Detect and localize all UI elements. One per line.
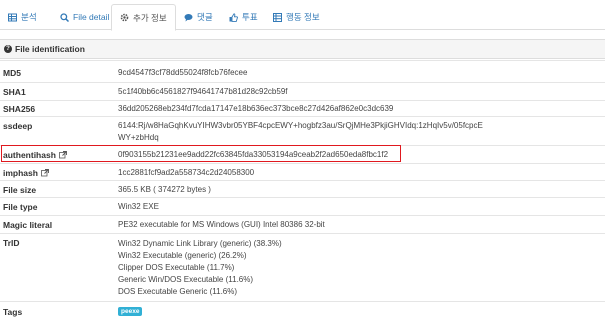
field-label: File size xyxy=(3,185,37,195)
trid-entry: Generic Win/DOS Executable (11.6%) xyxy=(118,275,254,284)
trid-entry: DOS Executable Generic (11.6%) xyxy=(118,287,238,296)
row-magic-literal: Magic literal PE32 executable for MS Win… xyxy=(0,215,605,233)
field-label: TrID xyxy=(3,238,20,248)
comment-icon xyxy=(184,13,193,22)
section-title: File identification xyxy=(15,44,85,54)
field-value: 365.5 KB ( 374272 bytes ) xyxy=(118,185,211,194)
field-value[interactable]: 9cd4547f3cf78dd55024f8fcb76fecee xyxy=(118,67,247,78)
field-label: Tags xyxy=(3,307,23,317)
row-ssdeep: ssdeep 6144:Rj/w8HaGqhKvuYIHW3vbr05YBF4c… xyxy=(0,116,605,145)
field-value[interactable]: 1cc2881fcf9ad2a558734c2d24058300 xyxy=(118,167,254,178)
tag-badge[interactable]: peexe xyxy=(118,307,143,316)
field-value[interactable]: 36dd205268eb234fd7fcda17147e18b636ec373b… xyxy=(118,103,393,114)
tab-comments[interactable]: 댓글 xyxy=(176,4,221,30)
field-value[interactable]: 5c1f40bb6c4561827f94641747b81d28c92cb59f xyxy=(118,86,288,97)
table-icon xyxy=(8,13,17,22)
field-value-continued[interactable]: WY+zbHdq xyxy=(118,132,159,143)
field-label-link[interactable]: imphash xyxy=(3,168,49,178)
tab-label: 투표 xyxy=(242,12,258,22)
tab-label: File detail xyxy=(73,12,110,22)
field-value[interactable]: 6144:Rj/w8HaGqhKvuYIHW3vbr05YBF4cpcEWY+h… xyxy=(118,120,483,131)
row-file-type: File type Win32 EXE xyxy=(0,197,605,215)
field-value: PE32 executable for MS Windows (GUI) Int… xyxy=(118,220,325,229)
field-label: SHA256 xyxy=(3,104,36,114)
tab-bar: 분석 File detail 추가 정보 댓글 투표 행동 정보 xyxy=(0,0,605,31)
field-label: SHA1 xyxy=(3,87,26,97)
highlight-box xyxy=(1,145,401,162)
tab-label: 행동 정보 xyxy=(286,12,320,22)
tab-label: 추가 정보 xyxy=(133,12,167,23)
grid-icon xyxy=(273,12,282,22)
field-label: ssdeep xyxy=(3,121,33,131)
row-sha1: SHA1 5c1f40bb6c4561827f94641747b81d28c92… xyxy=(0,82,605,100)
trid-entry: Clipper DOS Executable (11.7%) xyxy=(118,263,235,272)
row-trid: TrID Win32 Dynamic Link Library (generic… xyxy=(0,233,605,301)
field-label: File type xyxy=(3,202,38,212)
tab-label: 분석 xyxy=(21,12,37,22)
trid-entry: Win32 Dynamic Link Library (generic) (38… xyxy=(118,239,282,248)
section-header: ? File identification xyxy=(0,39,605,59)
row-sha256: SHA256 36dd205268eb234fd7fcda17147e18b63… xyxy=(0,100,605,116)
trid-entry: Win32 Executable (generic) (26.2%) xyxy=(118,251,247,260)
tab-behavior[interactable]: 행동 정보 xyxy=(265,4,328,30)
field-value: Win32 EXE xyxy=(118,202,159,211)
question-icon: ? xyxy=(4,45,12,53)
row-imphash: imphash 1cc2881fcf9ad2a558734c2d24058300 xyxy=(0,163,605,180)
field-label: imphash xyxy=(3,168,38,178)
external-link-icon[interactable] xyxy=(41,169,49,177)
row-tags: Tags xyxy=(0,301,605,319)
tab-file-detail[interactable]: File detail xyxy=(52,4,117,30)
tab-additional-info[interactable]: 추가 정보 xyxy=(111,4,176,31)
field-label: MD5 xyxy=(3,68,21,78)
row-md5: MD5 9cd4547f3cf78dd55024f8fcb76fecee xyxy=(0,60,605,82)
gear-icon xyxy=(120,13,129,22)
row-file-size: File size 365.5 KB ( 374272 bytes ) xyxy=(0,180,605,197)
search-icon xyxy=(60,12,70,22)
tab-analysis[interactable]: 분석 xyxy=(0,4,45,30)
thumbs-icon xyxy=(229,12,238,22)
tab-votes[interactable]: 투표 xyxy=(221,4,266,30)
tab-label: 댓글 xyxy=(197,12,213,22)
field-label: Magic literal xyxy=(3,220,53,230)
